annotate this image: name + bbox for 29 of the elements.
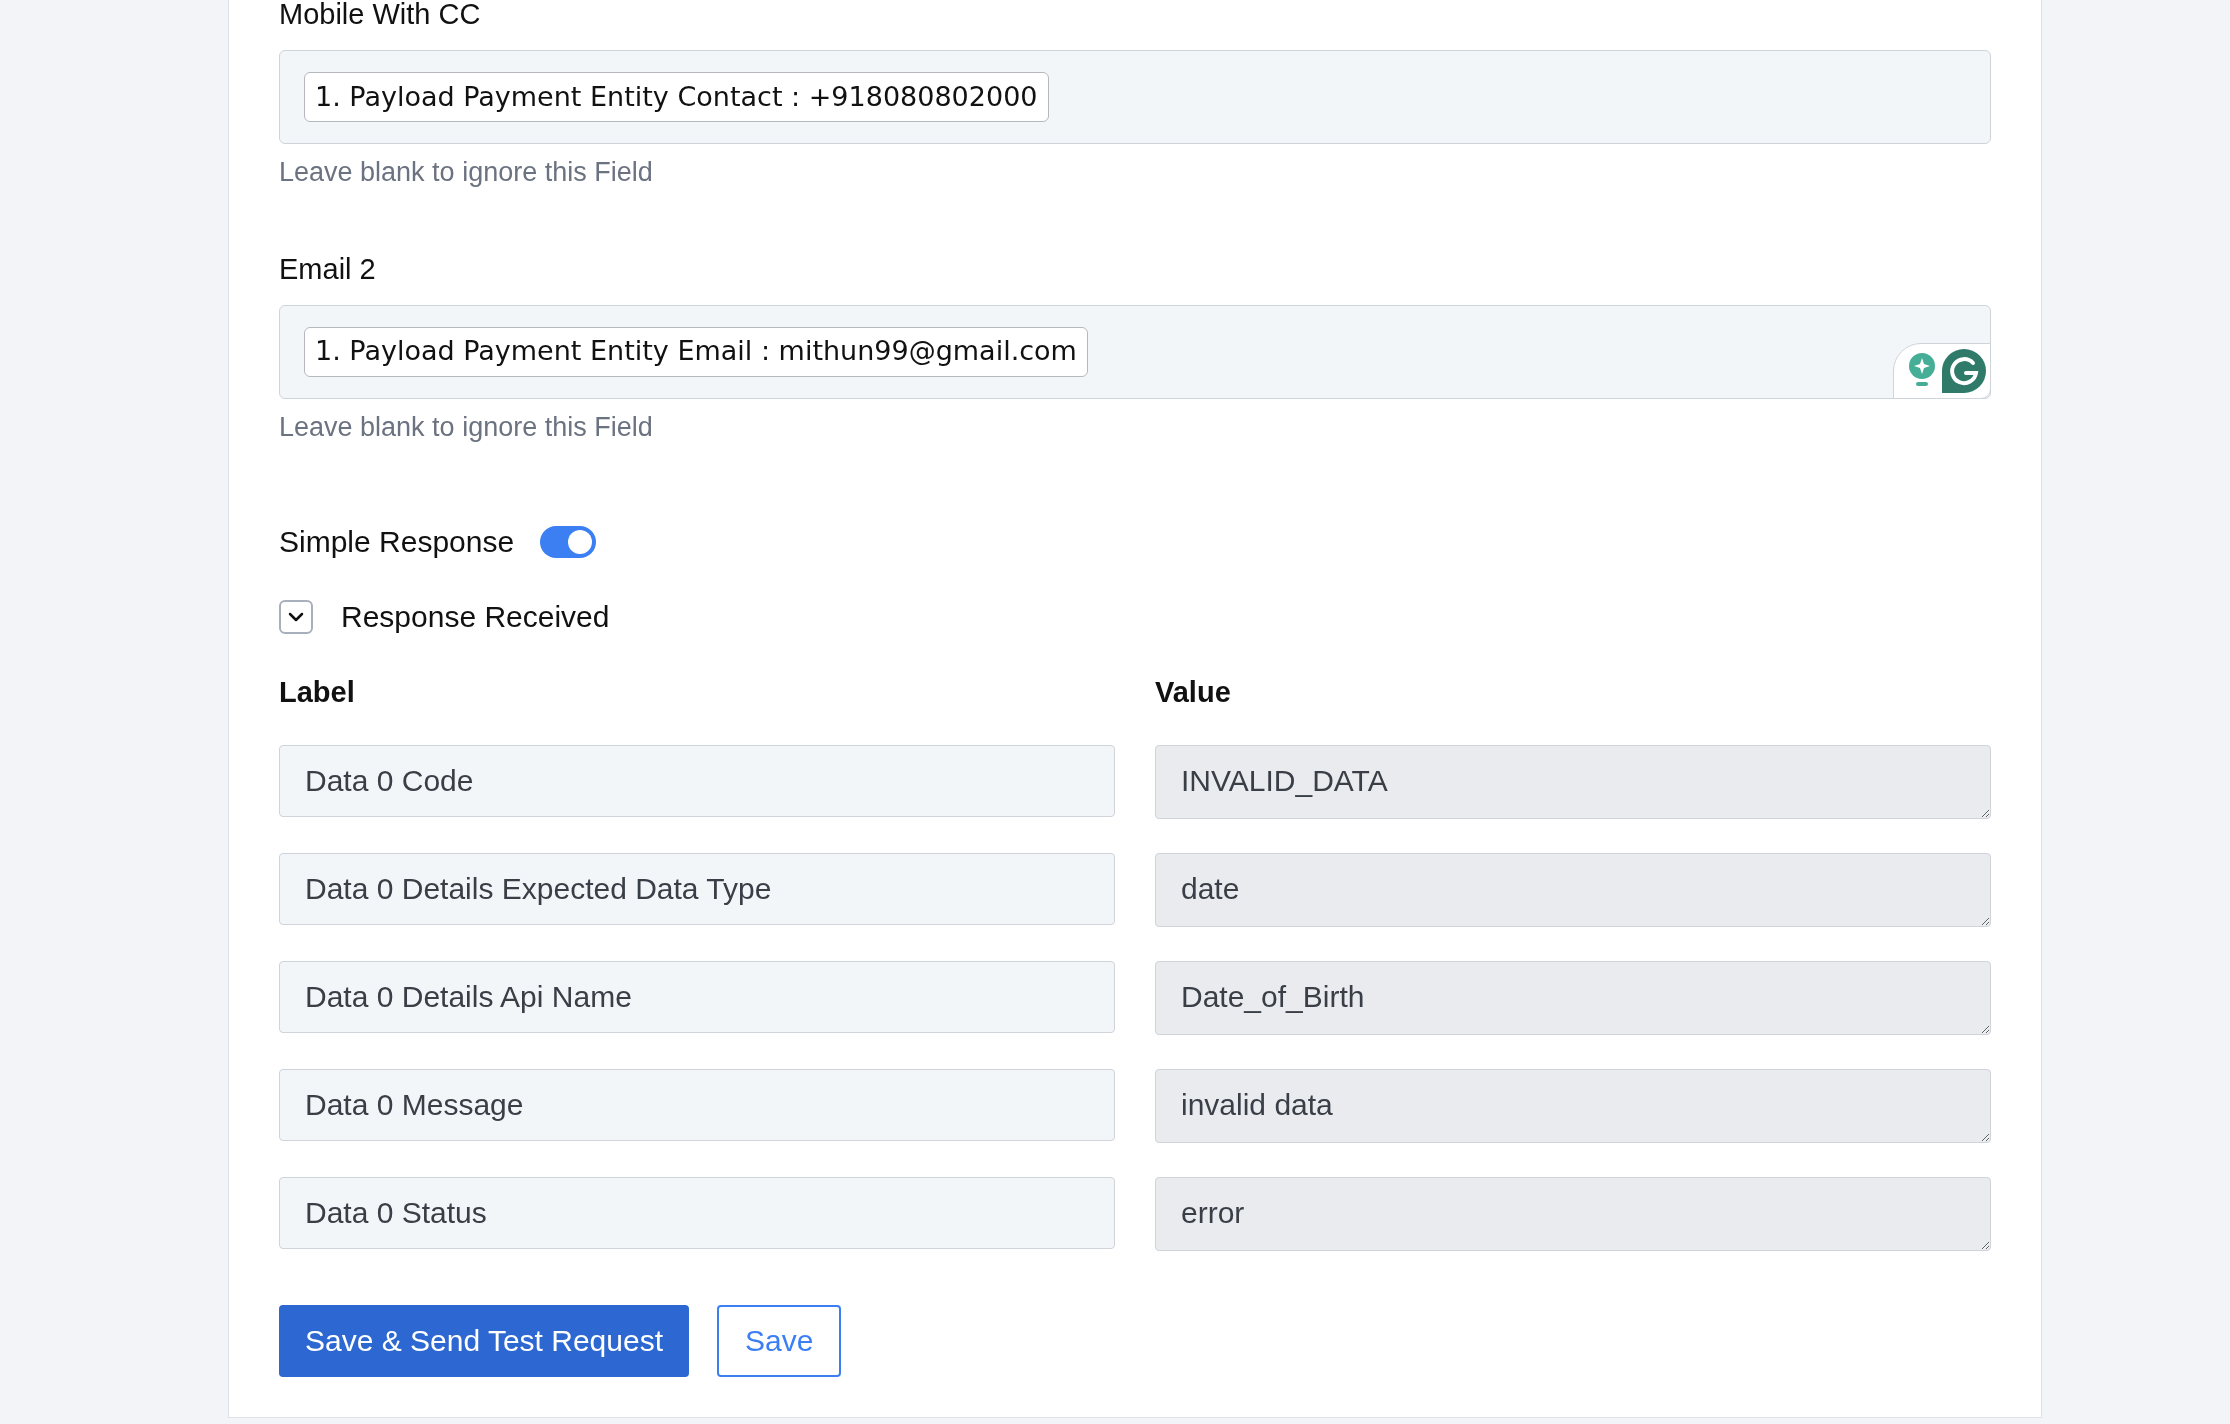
value-text-area[interactable]: INVALID_DATA: [1155, 744, 1991, 819]
toggle-switch[interactable]: [540, 525, 597, 558]
label-input-field[interactable]: Data 0 Message: [279, 1068, 1115, 1141]
label-input-field[interactable]: Data 0 Details Api Name: [279, 960, 1115, 1033]
save-button[interactable]: Save: [717, 1304, 842, 1377]
writing-assistant-widget[interactable]: [1893, 342, 1991, 399]
toggle-label: Simple Response: [279, 524, 515, 560]
mapped-value-tag[interactable]: 1. Payload Payment Entity Contact : +918080802000: [304, 72, 1049, 122]
g-logo-icon: [1942, 348, 1986, 393]
tag-input-field[interactable]: 1. Payload Payment Entity Email : mithun99@gmail.com: [279, 304, 1991, 399]
send-test-request-button[interactable]: Save & Send Test Request: [279, 1304, 689, 1377]
column-header: Label: [279, 675, 356, 710]
label-input-field[interactable]: Data 0 Details Expected Data Type: [279, 852, 1115, 925]
field-label: Mobile With CC: [279, 0, 482, 28]
field-hint: Leave blank to ignore this Field: [279, 156, 654, 189]
value-text-area[interactable]: Date_of_Birth: [1155, 960, 1991, 1035]
label-input-field[interactable]: Data 0 Status: [279, 1176, 1115, 1249]
column-header: Value: [1155, 675, 1232, 710]
value-text-area[interactable]: error: [1155, 1176, 1991, 1251]
value-text-area[interactable]: date: [1155, 852, 1991, 927]
field-label: Email 2: [279, 254, 377, 283]
tag-input-field[interactable]: 1. Payload Payment Entity Contact : +918080802000: [279, 50, 1991, 144]
value-text-area[interactable]: invalid data: [1155, 1068, 1991, 1143]
mapped-value-tag[interactable]: 1. Payload Payment Entity Email : mithun99@gmail.com: [304, 326, 1088, 377]
section-title: Response Received: [341, 599, 610, 635]
label-input-field[interactable]: Data 0 Code: [279, 744, 1115, 817]
field-hint: Leave blank to ignore this Field: [279, 410, 654, 444]
chevron-icon: [288, 611, 304, 622]
collapse-toggle[interactable]: [279, 599, 313, 634]
